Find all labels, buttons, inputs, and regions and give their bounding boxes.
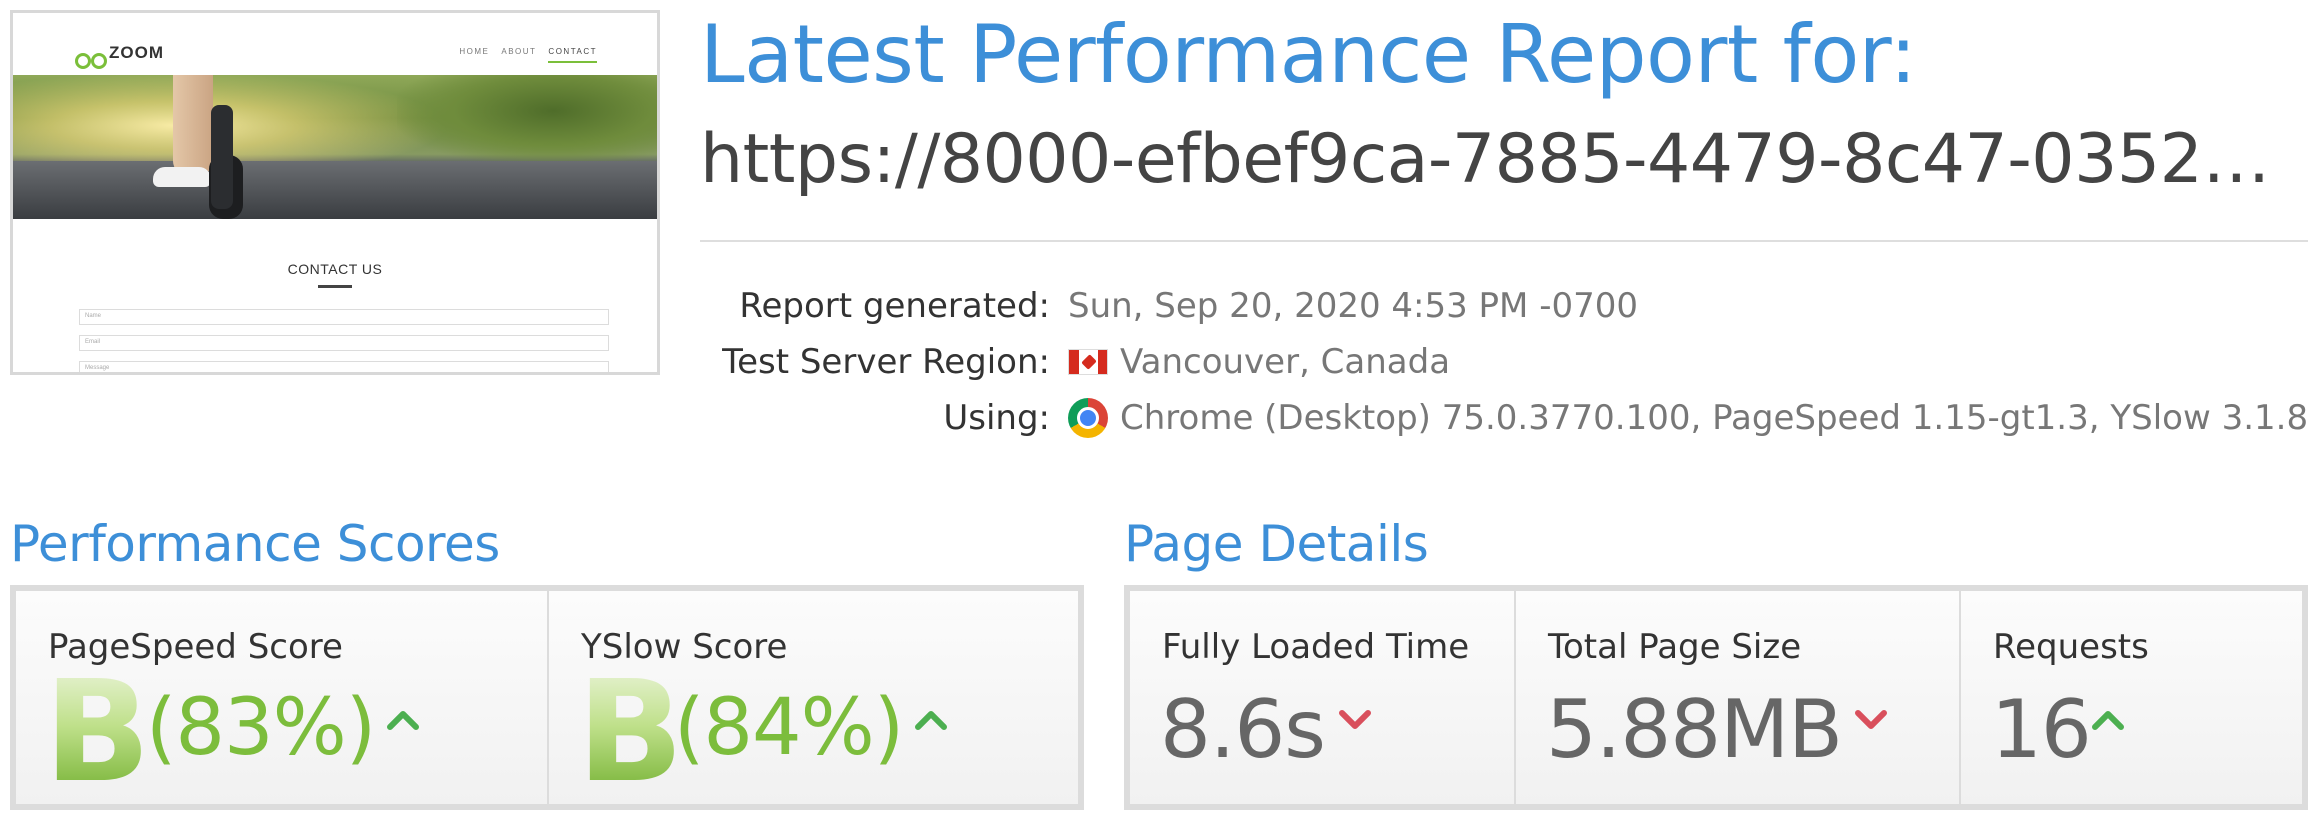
chrome-icon [1068,398,1108,438]
report-title: Latest Performance Report for: [700,8,1917,101]
trend-down-icon [1338,709,1372,731]
yslow-grade: B [577,651,684,814]
trend-up-icon [2091,709,2125,731]
yslow-percent: (84%) [674,683,904,773]
page-details-title: Page Details [1124,515,1429,573]
canada-flag-icon [1068,349,1108,375]
site-nav-home: HOME [459,47,490,56]
generated-label: Report generated: [739,286,1050,326]
yslow-score-card[interactable]: YSlow Score B (84%) [549,591,1078,804]
region-label: Test Server Region: [722,342,1050,382]
report-url[interactable]: https://8000-efbef9ca-7885-4479-8c47-035… [700,120,2300,199]
site-email-field: Email [79,335,609,351]
pagespeed-score-card[interactable]: PageSpeed Score B (83%) [16,591,549,804]
trend-up-icon [386,709,420,731]
site-nav-contact: CONTACT [548,47,597,63]
generated-value: Sun, Sep 20, 2020 4:53 PM -0700 [1068,286,1638,326]
using-label: Using: [943,398,1050,438]
site-title-underline [318,285,352,288]
site-logo-text: ZOOM [109,43,164,62]
performance-scores-title: Performance Scores [10,515,500,573]
requests-label: Requests [1993,627,2149,667]
trend-up-icon [914,709,948,731]
meta-region-row: Test Server Region: Vancouver, Canada [700,342,2300,390]
load-time-label: Fully Loaded Time [1162,627,1470,667]
site-nav: HOME ABOUT CONTACT [459,47,597,63]
requests-card[interactable]: Requests 16 [1961,591,2302,804]
site-message-field: Message [79,361,609,372]
region-value: Vancouver, Canada [1120,342,1451,382]
page-details-panel: Fully Loaded Time 8.6s Total Page Size 5… [1124,585,2308,810]
site-hero-image [13,75,657,219]
fully-loaded-time-card[interactable]: Fully Loaded Time 8.6s [1130,591,1516,804]
site-screenshot-thumbnail[interactable]: ZOOM HOME ABOUT CONTACT CONTACT US Name … [10,10,660,375]
performance-scores-panel: PageSpeed Score B (83%) YSlow Score B (8… [10,585,1084,810]
site-logo: ZOOM [71,31,181,77]
site-nav-about: ABOUT [501,47,537,56]
site-name-field: Name [79,309,609,325]
meta-using-row: Using: Chrome (Desktop) 75.0.3770.100, P… [700,398,2308,446]
pagespeed-grade: B [44,651,151,814]
trend-down-icon [1854,709,1888,731]
header-divider [700,240,2308,242]
page-size-label: Total Page Size [1548,627,1802,667]
requests-value: 16 [1991,683,2092,776]
pagespeed-percent: (83%) [146,683,376,773]
total-page-size-card[interactable]: Total Page Size 5.88MB [1516,591,1961,804]
load-time-value: 8.6s [1160,683,1326,776]
page-size-value: 5.88MB [1546,683,1843,776]
using-value: Chrome (Desktop) 75.0.3770.100, PageSpee… [1120,398,2309,438]
site-section-title: CONTACT US [287,261,383,277]
meta-generated-row: Report generated: Sun, Sep 20, 2020 4:53… [700,286,2300,334]
